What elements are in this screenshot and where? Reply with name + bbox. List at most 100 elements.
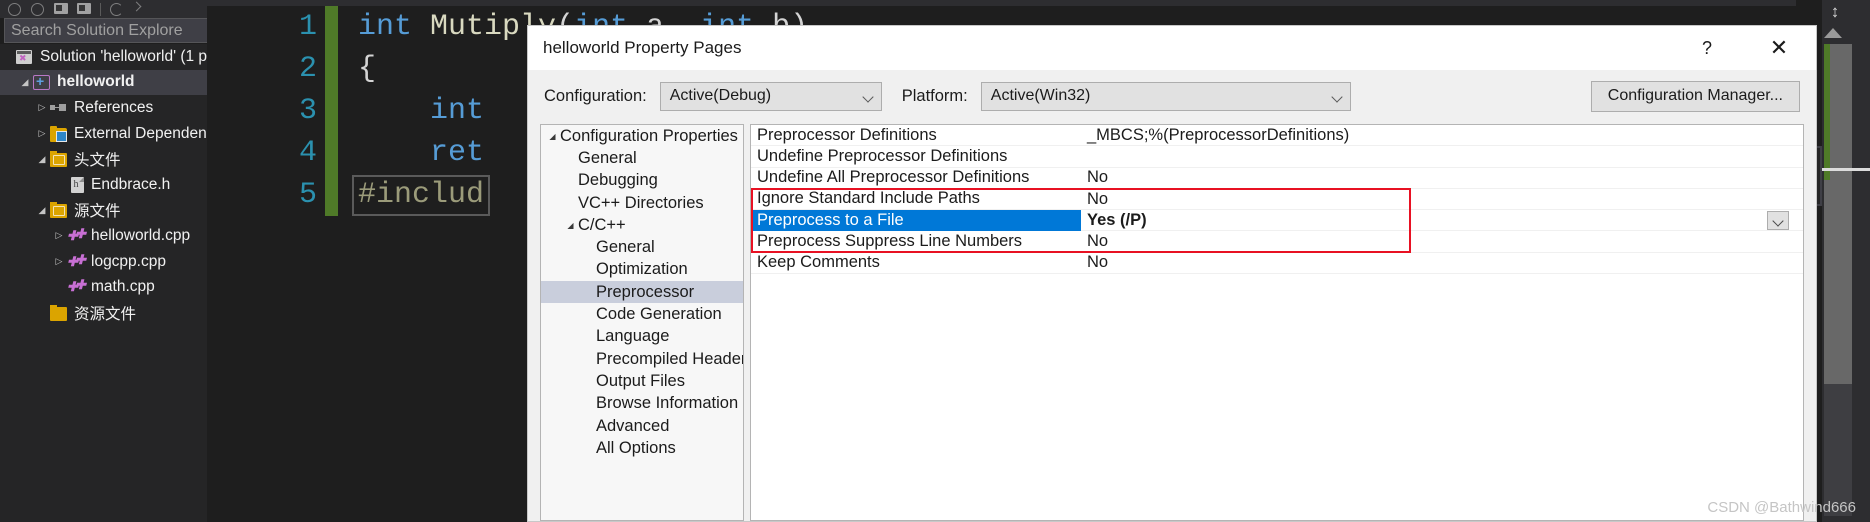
property-pages-dialog[interactable]: helloworld Property Pages ? ✕ Configurat… <box>527 25 1817 522</box>
expander-icon[interactable]: ◢ <box>34 205 50 215</box>
property-category-item[interactable]: General <box>541 147 743 169</box>
home-icon[interactable] <box>54 2 68 16</box>
configuration-label: Configuration: <box>544 86 647 105</box>
property-row[interactable]: Preprocessor Definitions _MBCS;%(Preproce… <box>751 125 1803 147</box>
property-value-dropdown-icon[interactable] <box>1767 211 1789 231</box>
property-category-label: Output Files <box>596 371 685 390</box>
dialog-title-bar[interactable]: helloworld Property Pages ? ✕ <box>528 26 1816 70</box>
property-name[interactable]: Ignore Standard Include Paths <box>751 188 1081 209</box>
solution-tree-item[interactable]: ◢ 源文件 <box>0 198 207 224</box>
close-button[interactable]: ✕ <box>1742 26 1816 70</box>
cpp-file-icon: ✚ ✚ <box>67 277 86 295</box>
solution-tree-item[interactable]: ▷ External Dependen <box>0 121 207 147</box>
property-name[interactable]: Preprocess Suppress Line Numbers <box>751 231 1081 252</box>
property-name[interactable]: Preprocess to a File <box>751 209 1081 231</box>
code-text: int <box>430 94 485 128</box>
property-category-item[interactable]: VC++ Directories <box>541 192 743 214</box>
dialog-config-row: Configuration: Active(Debug) Platform: A… <box>528 70 1816 122</box>
solution-tree-item[interactable]: ✚ ✚ math.cpp <box>0 274 207 300</box>
help-button[interactable]: ? <box>1672 26 1742 70</box>
solution-tree-item[interactable]: Solution 'helloworld' (1 p <box>0 44 207 70</box>
back-circle-icon[interactable] <box>8 2 22 16</box>
solution-tree-item[interactable]: Endbrace.h <box>0 172 207 198</box>
solution-tree-item-label: helloworld.cpp <box>91 226 191 244</box>
property-category-item[interactable]: Code Generation <box>541 303 743 325</box>
property-value[interactable]: No <box>1081 232 1803 251</box>
property-category-item[interactable]: All Options <box>541 437 743 459</box>
property-category-item[interactable]: Advanced <box>541 415 743 437</box>
property-category-item[interactable]: ◢ Configuration Properties <box>541 125 743 147</box>
solution-tree-item-label: logcpp.cpp <box>91 252 166 270</box>
split-view-icon[interactable]: ↕ <box>1822 0 1848 24</box>
property-category-item[interactable]: Optimization <box>541 259 743 281</box>
change-indicator-bar <box>325 132 338 174</box>
platform-value: Active(Win32) <box>990 87 1091 104</box>
solution-tree-item[interactable]: ▷ References <box>0 95 207 121</box>
vertical-scrollbar-track[interactable] <box>1824 44 1852 516</box>
property-category-label: Configuration Properties <box>560 126 738 145</box>
platform-combobox[interactable]: Active(Win32) <box>980 81 1351 111</box>
property-category-tree[interactable]: ◢ Configuration Properties General Debuggin… <box>540 124 744 521</box>
property-category-label: General <box>578 148 637 167</box>
property-name[interactable]: Undefine All Preprocessor Definitions <box>751 167 1081 188</box>
solution-tree-item[interactable]: 资源文件 <box>0 300 207 326</box>
property-category-item[interactable]: Precompiled Header <box>541 348 743 370</box>
expander-icon[interactable]: ▷ <box>51 257 67 266</box>
solution-tree-item-label: math.cpp <box>91 278 155 296</box>
property-value[interactable]: No <box>1081 168 1803 187</box>
change-indicator-bar <box>325 90 338 132</box>
chevron-down-icon[interactable] <box>864 93 873 102</box>
expander-icon[interactable]: ▷ <box>51 231 67 240</box>
property-value[interactable]: No <box>1081 253 1803 272</box>
property-grid[interactable]: Preprocessor Definitions _MBCS;%(Preproce… <box>750 124 1804 521</box>
property-category-item[interactable]: Output Files <box>541 370 743 392</box>
property-row[interactable]: Undefine Preprocessor Definitions <box>751 146 1803 168</box>
property-category-item[interactable]: Preprocessor <box>541 281 743 304</box>
search-input[interactable]: Search Solution Explore <box>5 19 208 42</box>
property-name[interactable]: Keep Comments <box>751 252 1081 273</box>
property-category-label: Precompiled Header <box>596 349 744 368</box>
property-category-item[interactable]: Browse Information <box>541 393 743 415</box>
expander-icon[interactable]: ▷ <box>34 103 50 112</box>
property-category-item[interactable]: Language <box>541 326 743 348</box>
property-row[interactable]: Ignore Standard Include Paths No <box>751 188 1803 211</box>
search-solution-explorer-box[interactable]: Search Solution Explore 🔑 ▼ <box>4 18 241 43</box>
chevron-down-icon[interactable] <box>1333 93 1342 102</box>
solution-explorer-tree[interactable]: Solution 'helloworld' (1 p ◢ helloworld ▷ Re… <box>0 44 207 522</box>
vertical-scrollbar-thumb[interactable] <box>1824 44 1852 384</box>
property-name[interactable]: Undefine Preprocessor Definitions <box>751 146 1081 167</box>
expander-icon[interactable]: ◢ <box>17 77 33 87</box>
property-category-item[interactable]: ◢ C/C++ <box>541 214 743 236</box>
property-value[interactable]: No <box>1081 190 1803 209</box>
expander-icon[interactable]: ◢ <box>563 221 578 230</box>
property-value[interactable]: _MBCS;%(PreprocessorDefinitions) <box>1081 126 1803 145</box>
property-row[interactable]: Keep Comments No <box>751 252 1803 275</box>
configuration-combobox[interactable]: Active(Debug) <box>659 81 882 111</box>
expander-icon[interactable]: ▷ <box>34 129 50 138</box>
solution-tree-item-label: References <box>74 98 154 116</box>
solution-tree-item[interactable]: ◢ helloworld <box>0 69 207 96</box>
scroll-up-arrow[interactable] <box>1824 28 1842 38</box>
property-row[interactable]: Preprocess to a File Yes (/P) <box>751 209 1803 232</box>
line-number: 1 <box>298 10 317 44</box>
collapse-all-icon[interactable] <box>131 1 147 16</box>
expander-icon[interactable]: ◢ <box>34 154 50 164</box>
filter-folder-icon <box>50 202 70 219</box>
solution-tree-item[interactable]: ◢ 头文件 <box>0 146 207 172</box>
properties-window-icon[interactable] <box>77 2 91 16</box>
property-row[interactable]: Preprocess Suppress Line Numbers No <box>751 231 1803 253</box>
property-row[interactable]: Undefine All Preprocessor Definitions No <box>751 168 1803 189</box>
line-number: 4 <box>298 136 317 170</box>
forward-circle-icon[interactable] <box>31 2 45 16</box>
refresh-icon[interactable] <box>110 2 124 16</box>
expander-icon[interactable]: ◢ <box>545 132 560 141</box>
property-category-item[interactable]: General <box>541 236 743 258</box>
property-name[interactable]: Preprocessor Definitions <box>751 125 1081 146</box>
property-category-label: Debugging <box>578 171 658 190</box>
solution-tree-item[interactable]: ▷ ✚ ✚ logcpp.cpp <box>0 249 207 275</box>
solution-icon <box>16 49 36 65</box>
property-value[interactable]: Yes (/P) <box>1081 211 1803 230</box>
property-category-item[interactable]: Debugging <box>541 170 743 192</box>
solution-tree-item[interactable]: ▷ ✚ ✚ helloworld.cpp <box>0 223 207 249</box>
configuration-manager-button[interactable]: Configuration Manager... <box>1590 80 1800 112</box>
